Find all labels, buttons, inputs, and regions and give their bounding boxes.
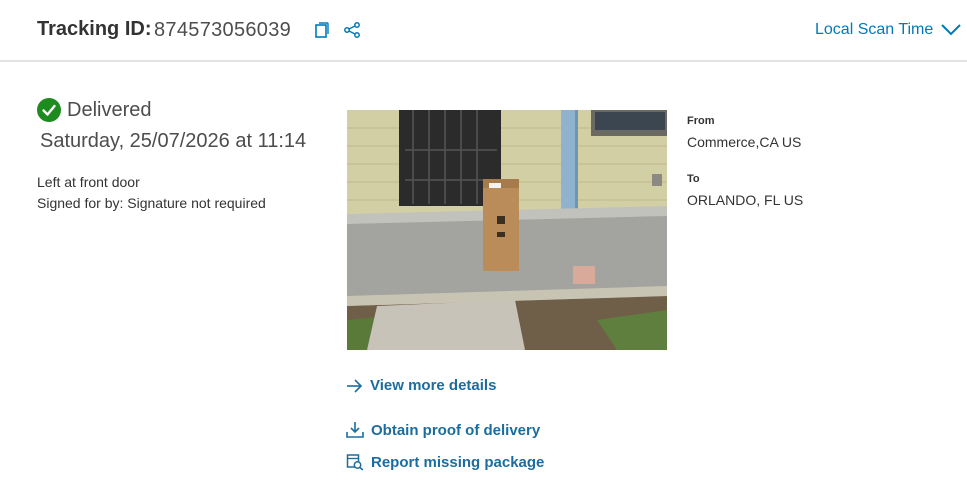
check-circle-icon [37, 98, 61, 122]
report-missing-package-label: Report missing package [371, 453, 545, 471]
report-missing-package-link[interactable]: Report missing package [346, 453, 544, 471]
search-package-icon [346, 454, 364, 471]
from-label: From [687, 115, 715, 127]
local-scan-time-dropdown[interactable]: Local Scan Time [815, 21, 961, 39]
tracking-id-label: Tracking ID: [37, 18, 152, 40]
obtain-proof-of-delivery-label: Obtain proof of delivery [371, 421, 541, 439]
obtain-proof-of-delivery-link[interactable]: Obtain proof of delivery [346, 421, 540, 439]
delivery-location-note: Left at front door [37, 174, 140, 190]
download-icon [346, 422, 364, 438]
share-icon[interactable] [343, 21, 361, 39]
tracking-header: Tracking ID: 874573056039 Local Scan Tim… [0, 0, 967, 62]
local-scan-time-label: Local Scan Time [815, 21, 934, 38]
from-value: Commerce,CA US [687, 134, 802, 150]
delivery-status: Delivered [37, 98, 151, 122]
delivery-photo[interactable] [347, 110, 667, 350]
view-more-details-label: View more details [370, 377, 497, 394]
to-label: To [687, 173, 700, 185]
signature-note: Signed for by: Signature not required [37, 195, 266, 211]
view-more-details-link[interactable]: View more details [346, 377, 496, 394]
delivery-datetime: Saturday, 25/07/2026 at 11:14 [40, 130, 307, 152]
chevron-down-icon [941, 24, 961, 36]
status-label: Delivered [67, 98, 152, 121]
to-value: ORLANDO, FL US [687, 192, 804, 208]
tracking-id-value: 874573056039 [154, 19, 292, 41]
arrow-right-icon [347, 378, 363, 393]
copy-icon[interactable] [312, 21, 330, 39]
